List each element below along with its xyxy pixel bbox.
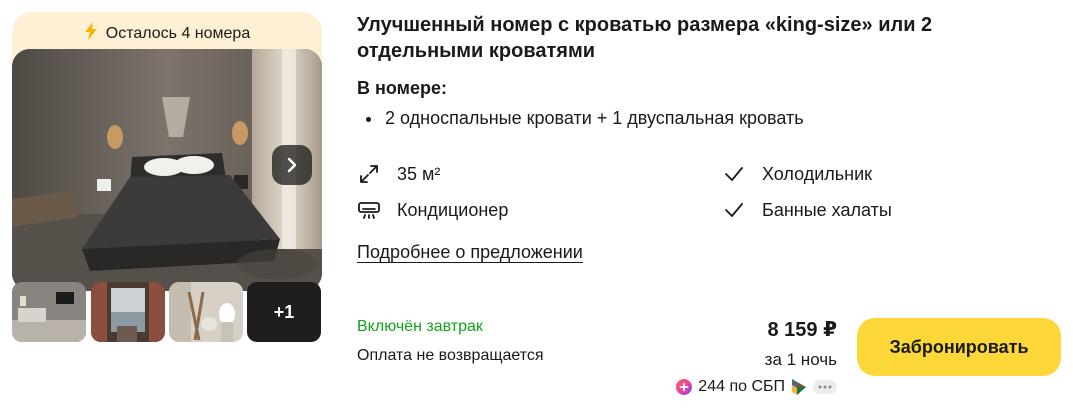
more-options-icon[interactable] xyxy=(813,379,837,395)
in-room-heading: В номере: xyxy=(357,78,447,98)
area-expand-icon xyxy=(357,162,381,186)
thumbnail-window-view[interactable] xyxy=(91,282,165,342)
next-photo-button[interactable] xyxy=(272,145,312,185)
thumbnail-strip: +1 xyxy=(12,282,322,342)
checkmark-icon xyxy=(722,162,746,186)
breakfast-included: Включён завтрак xyxy=(357,318,483,335)
amenity-label: Кондиционер xyxy=(397,199,509,220)
amenity-bathrobes: Банные халаты xyxy=(722,198,892,222)
sbp-logo-icon xyxy=(791,378,807,396)
book-button[interactable]: Забронировать xyxy=(857,318,1061,376)
amenity-label: Холодильник xyxy=(762,163,873,184)
thumbnail-living-room[interactable] xyxy=(12,282,86,342)
bed-configuration: 2 односпальные кровати + 1 двуспальная к… xyxy=(366,108,804,129)
availability-badge-text-wrap: Осталось 4 номера xyxy=(12,22,322,45)
sbp-cashback[interactable]: 244 по СБП xyxy=(676,378,837,396)
more-photos-button[interactable]: +1 xyxy=(247,282,321,342)
air-conditioner-icon xyxy=(357,198,381,222)
amenity-label: 35 м² xyxy=(397,163,441,184)
room-title: Улучшенный номер с кроватью размера «kin… xyxy=(357,14,933,62)
chevron-right-icon xyxy=(287,157,297,173)
checkmark-icon xyxy=(722,198,746,222)
bed-configuration-text: 2 односпальные кровати + 1 двуспальная к… xyxy=(385,108,804,128)
main-room-photo[interactable] xyxy=(12,49,322,291)
price-period: за 1 ночь xyxy=(764,350,837,369)
more-photos-label: +1 xyxy=(273,301,295,322)
sbp-cashback-text: 244 по СБП xyxy=(698,378,785,395)
refund-policy: Оплата не возвращается xyxy=(357,347,544,364)
price: 8 159 ₽ xyxy=(767,319,837,341)
amenity-fridge: Холодильник xyxy=(722,162,872,186)
plus-points-icon xyxy=(676,379,693,395)
amenity-air-conditioning: Кондиционер xyxy=(357,198,508,222)
bullet xyxy=(366,116,371,122)
thumbnail-decor[interactable] xyxy=(169,282,243,342)
offer-details-link[interactable]: Подробнее о предложении xyxy=(357,242,583,263)
lightning-icon xyxy=(84,22,98,45)
amenity-area: 35 м² xyxy=(357,162,440,186)
availability-text: Осталось 4 номера xyxy=(105,25,251,42)
amenity-label: Банные халаты xyxy=(762,199,892,220)
